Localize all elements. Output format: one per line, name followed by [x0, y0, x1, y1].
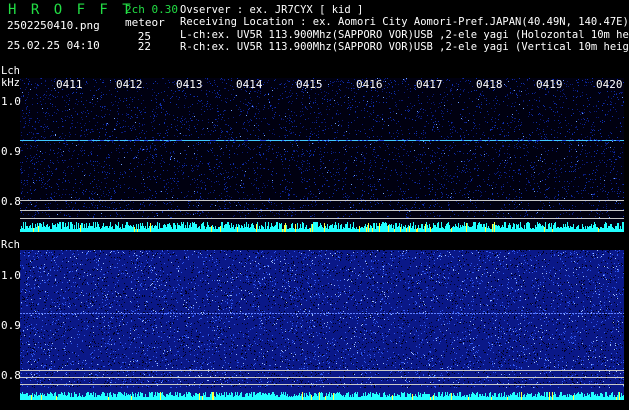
hour-label-0418: 0418 — [476, 78, 503, 91]
hour-label-0416: 0416 — [356, 78, 383, 91]
hour-label-0412: 0412 — [116, 78, 143, 91]
hour-label-0414: 0414 — [236, 78, 263, 91]
rch-ytick-0.8: 0.8 — [1, 369, 21, 382]
lch-info-line: L-ch:ex. UV5R 113.900Mhz(SAPPORO VOR)USB… — [180, 29, 629, 41]
version-label: 2ch 0.30 — [125, 3, 178, 16]
rch-info-line: R-ch:ex. UV5R 113.900Mhz(SAPPORO VOR)USB… — [180, 41, 629, 53]
lch-spectrogram-canvas — [20, 78, 624, 232]
rch-label: Rch — [1, 239, 20, 251]
rch-ytick-0.9: 0.9 — [1, 319, 21, 332]
file-name: 2502250410.png — [7, 19, 100, 32]
lch-spectrogram — [20, 78, 624, 232]
lch-ytick-1.0: 1.0 — [1, 95, 21, 108]
hour-label-0417: 0417 — [416, 78, 443, 91]
lch-ytick-0.9: 0.9 — [1, 145, 21, 158]
rch-ytick-1.0: 1.0 — [1, 269, 21, 282]
lch-ytick-0.8: 0.8 — [1, 195, 21, 208]
hour-label-0413: 0413 — [176, 78, 203, 91]
hour-label-0419: 0419 — [536, 78, 563, 91]
observer-line: Ovserver : ex. JR7CYX [ kid ] — [180, 4, 364, 16]
hour-label-0411: 0411 — [56, 78, 83, 91]
rch-spectrogram — [20, 250, 625, 400]
hour-label-0415: 0415 — [296, 78, 323, 91]
khz-unit: kHz — [1, 77, 20, 89]
mode-label: meteor — [125, 16, 165, 29]
app-title: H R O F F T — [8, 2, 134, 18]
rch-count: 22 — [137, 40, 151, 53]
rch-spectrogram-canvas — [20, 250, 625, 400]
hour-label-0420: 0420 — [596, 78, 623, 91]
location-line: Receiving Location : ex. Aomori City Aom… — [180, 16, 629, 28]
timestamp: 25.02.25 04:10 — [7, 39, 100, 52]
lch-label: Lch — [1, 65, 20, 77]
